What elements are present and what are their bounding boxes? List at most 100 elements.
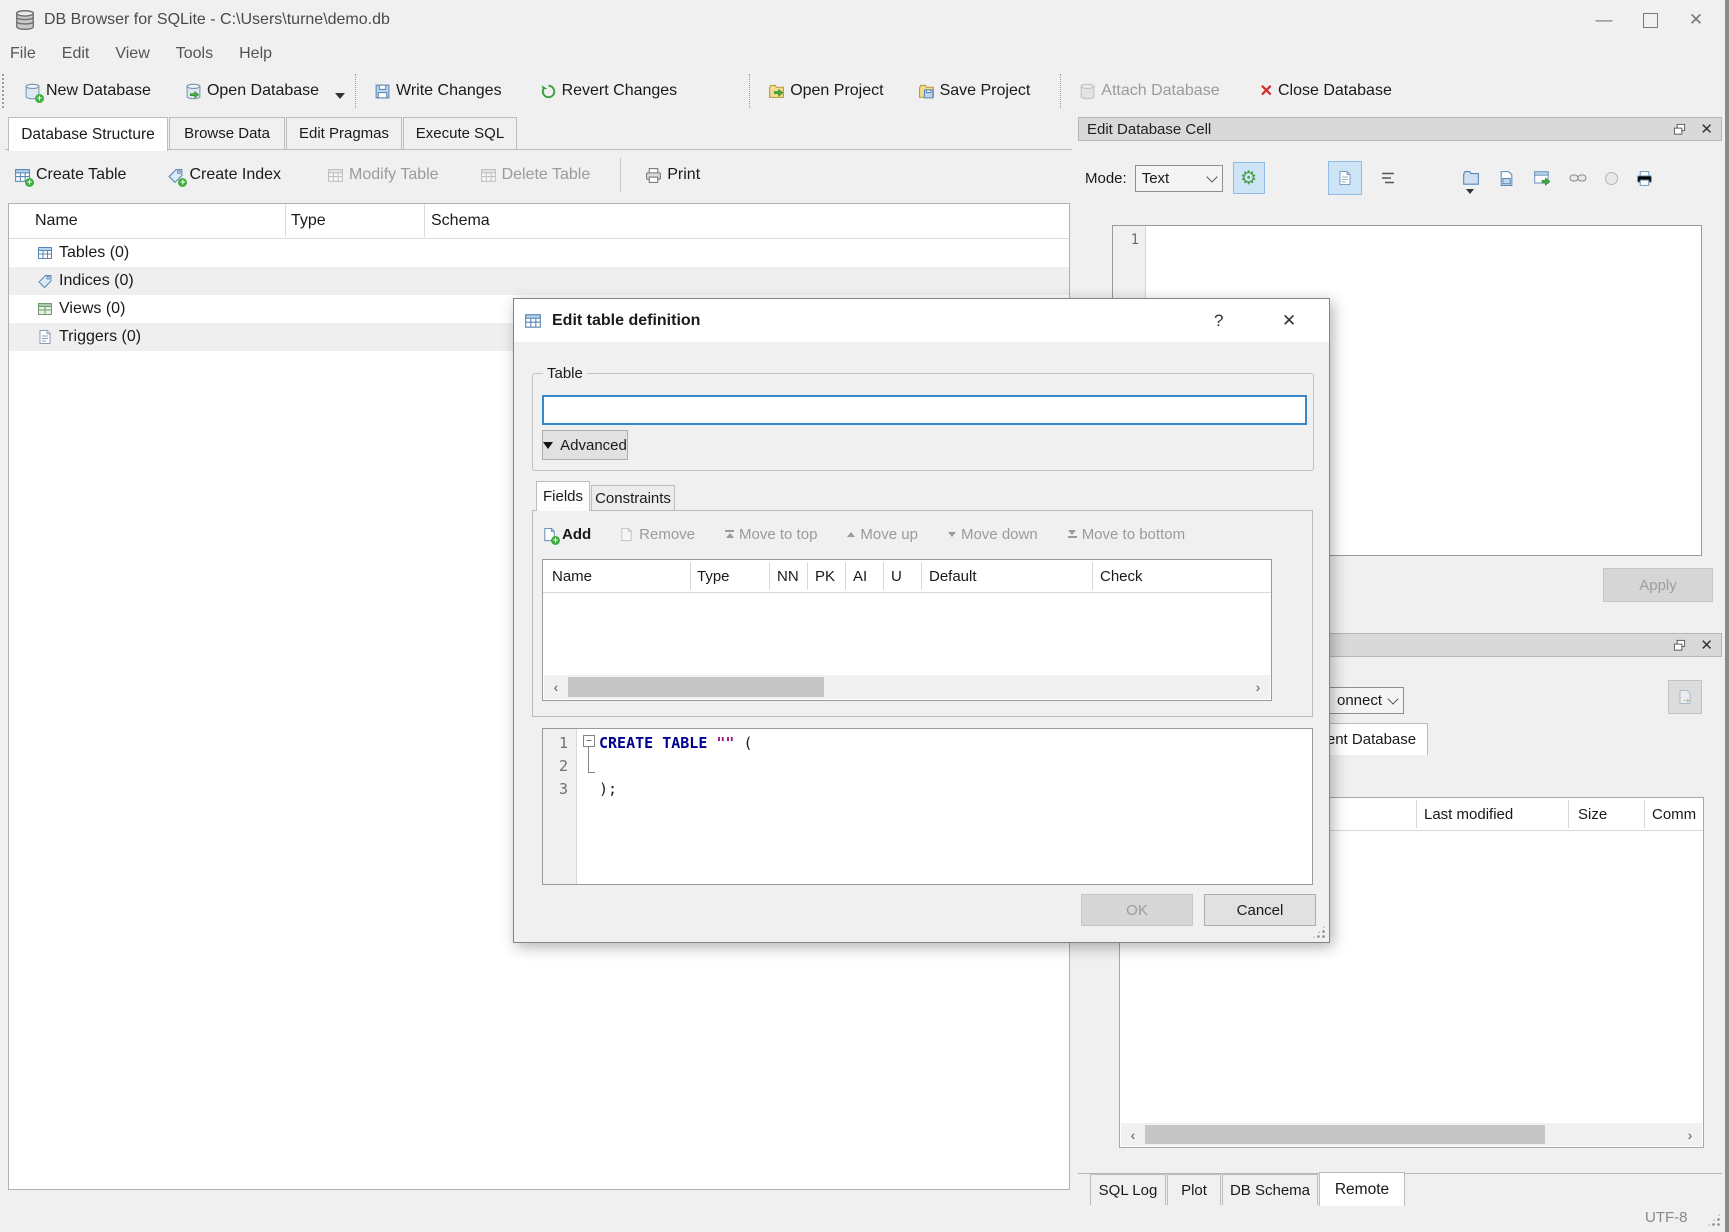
- scroll-right-icon[interactable]: ›: [1678, 1127, 1702, 1143]
- menu-edit[interactable]: Edit: [62, 45, 90, 63]
- toolbar-drag-handle[interactable]: [2, 74, 10, 108]
- table-name-input[interactable]: [542, 395, 1307, 425]
- move-to-bottom-icon: [1068, 530, 1077, 538]
- tab-fields[interactable]: Fields: [536, 481, 590, 511]
- save-project-button[interactable]: Save Project: [910, 82, 1039, 100]
- tab-constraints[interactable]: Constraints: [591, 485, 675, 511]
- set-null-icon: [1605, 172, 1618, 185]
- window-resize-grip[interactable]: [1706, 1212, 1722, 1228]
- menu-tools[interactable]: Tools: [176, 45, 213, 63]
- dialog-title-bar[interactable]: Edit table definition ? ✕: [514, 299, 1329, 342]
- create-index-button[interactable]: + Create Index: [167, 166, 281, 184]
- tab-db-schema[interactable]: DB Schema: [1222, 1174, 1318, 1205]
- table-icon: [524, 312, 542, 330]
- cancel-button[interactable]: Cancel: [1204, 894, 1316, 926]
- print-cell-icon[interactable]: [1636, 170, 1653, 187]
- grid-header-nn[interactable]: NN: [777, 568, 799, 585]
- table-group-label: Table: [543, 365, 587, 382]
- grid-header-u[interactable]: U: [891, 568, 902, 585]
- close-panel-icon[interactable]: ✕: [1700, 636, 1713, 654]
- tree-header-schema[interactable]: Schema: [431, 212, 490, 230]
- scroll-right-icon[interactable]: ›: [1246, 679, 1270, 695]
- sql-text: CREATE TABLE "" ( );: [599, 732, 753, 801]
- import-data-button[interactable]: ⚙: [1233, 162, 1265, 194]
- tree-item-tables[interactable]: Tables (0): [9, 239, 1069, 267]
- revert-changes-button[interactable]: Revert Changes: [532, 82, 686, 100]
- grid-header-type[interactable]: Type: [697, 568, 730, 585]
- grid-header-pk[interactable]: PK: [815, 568, 835, 585]
- chevron-down-icon: [1206, 171, 1217, 182]
- scroll-left-icon[interactable]: ‹: [544, 679, 568, 695]
- cell-format-toolbar: [1328, 160, 1653, 196]
- menu-file[interactable]: File: [10, 45, 36, 63]
- move-up-icon: [847, 532, 855, 537]
- close-database-button[interactable]: ✕ Close Database: [1252, 81, 1400, 101]
- tab-remote[interactable]: Remote: [1319, 1172, 1405, 1206]
- import-file-icon[interactable]: [1462, 169, 1480, 187]
- fields-grid[interactable]: Name Type NN PK AI U Default Check ‹ ›: [542, 559, 1272, 701]
- text-mode-button[interactable]: [1328, 161, 1362, 195]
- title-bar: DB Browser for SQLite - C:\Users\turne\d…: [0, 0, 1729, 40]
- toolbar-separator: [1060, 74, 1061, 108]
- tab-sql-log[interactable]: SQL Log: [1090, 1174, 1166, 1205]
- close-button[interactable]: ✕: [1673, 5, 1719, 35]
- fields-grid-hscrollbar[interactable]: ‹ ›: [544, 675, 1270, 699]
- help-button[interactable]: ?: [1214, 311, 1223, 331]
- sql-gutter: 1 2 3: [543, 729, 577, 884]
- open-database-button[interactable]: Open Database: [177, 82, 327, 100]
- remote-header-commit[interactable]: Comm: [1652, 806, 1696, 823]
- grid-header-check[interactable]: Check: [1100, 568, 1143, 585]
- delete-table-button: Delete Table: [480, 166, 591, 184]
- write-changes-icon: [374, 83, 391, 100]
- tree-header-name[interactable]: Name: [35, 212, 78, 230]
- move-down-icon: [948, 532, 956, 537]
- minimize-button[interactable]: —: [1581, 5, 1627, 35]
- advanced-toggle-button[interactable]: Advanced: [542, 430, 628, 460]
- grid-header-name[interactable]: Name: [552, 568, 592, 585]
- fields-tab-pane: + Add Remove Move to top Move up Move d: [532, 510, 1313, 717]
- float-panel-icon[interactable]: [1673, 123, 1686, 136]
- tab-edit-pragmas[interactable]: Edit Pragmas: [286, 117, 402, 149]
- export-file-icon[interactable]: [1498, 170, 1515, 187]
- new-database-button[interactable]: + New Database: [16, 82, 159, 100]
- fold-line: [588, 746, 595, 773]
- open-database-dropdown-arrow-icon[interactable]: [335, 93, 345, 99]
- cell-line-number: 1: [1131, 232, 1139, 248]
- tree-header-type[interactable]: Type: [291, 212, 326, 230]
- grid-header-default[interactable]: Default: [929, 568, 977, 585]
- tree-item-indices[interactable]: Indices (0): [9, 267, 1069, 295]
- float-panel-icon[interactable]: [1673, 639, 1686, 652]
- edit-database-cell-dock-header: Edit Database Cell ✕: [1078, 117, 1722, 141]
- dialog-resize-grip[interactable]: [1311, 924, 1327, 940]
- scroll-left-icon[interactable]: ‹: [1121, 1127, 1145, 1143]
- remote-header-last-modified[interactable]: Last modified: [1424, 806, 1513, 823]
- tab-browse-data[interactable]: Browse Data: [169, 117, 285, 149]
- mode-select[interactable]: Text: [1135, 165, 1223, 192]
- close-panel-icon[interactable]: ✕: [1700, 120, 1713, 138]
- dialog-close-button[interactable]: ✕: [1282, 311, 1296, 331]
- open-in-window-icon[interactable]: [1533, 169, 1551, 187]
- scrollbar-thumb[interactable]: [1145, 1125, 1545, 1144]
- print-button[interactable]: Print: [645, 166, 700, 184]
- remote-table-hscrollbar[interactable]: ‹ ›: [1121, 1123, 1702, 1146]
- tab-plot[interactable]: Plot: [1167, 1174, 1221, 1205]
- remote-header-size[interactable]: Size: [1578, 806, 1607, 823]
- app-icon: [14, 9, 36, 31]
- word-wrap-icon[interactable]: [1380, 170, 1396, 186]
- modify-table-icon: [327, 167, 344, 184]
- maximize-button[interactable]: [1627, 5, 1673, 35]
- write-changes-button[interactable]: Write Changes: [366, 82, 510, 100]
- remove-field-icon: [619, 527, 634, 542]
- upload-icon: [1677, 689, 1693, 705]
- menu-help[interactable]: Help: [239, 45, 272, 63]
- grid-header-ai[interactable]: AI: [853, 568, 867, 585]
- tab-database-structure[interactable]: Database Structure: [8, 117, 168, 151]
- scrollbar-thumb[interactable]: [568, 677, 824, 697]
- add-field-button[interactable]: + Add: [542, 526, 591, 543]
- link-icon[interactable]: [1569, 169, 1587, 187]
- menu-view[interactable]: View: [115, 45, 149, 63]
- tab-execute-sql[interactable]: Execute SQL: [403, 117, 517, 149]
- open-project-button[interactable]: Open Project: [760, 82, 891, 100]
- create-table-button[interactable]: + Create Table: [14, 166, 126, 184]
- chevron-down-icon: [1387, 693, 1398, 704]
